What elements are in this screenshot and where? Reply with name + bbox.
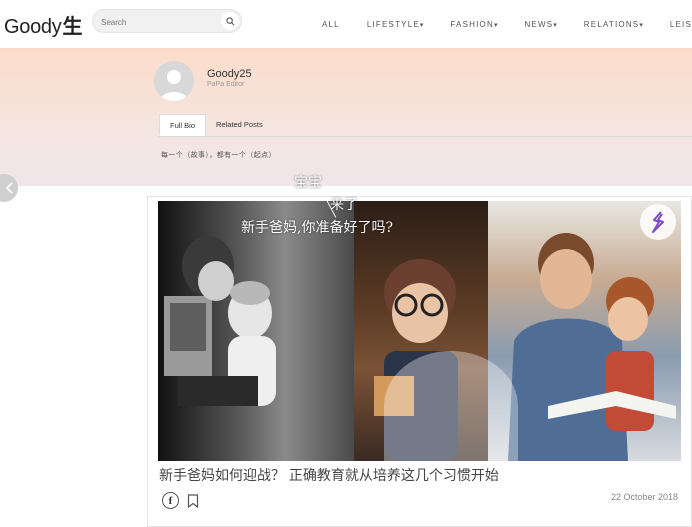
avatar bbox=[154, 61, 194, 101]
overlay-text-line3: 新手爸妈,你准备好了吗? bbox=[241, 220, 393, 236]
bookmark-icon bbox=[187, 494, 199, 509]
search-box bbox=[92, 9, 242, 33]
author-profile-section: Goody25 PaPa Editor Full Bio Related Pos… bbox=[0, 48, 692, 186]
search-icon bbox=[225, 16, 234, 25]
image-text-overlay bbox=[384, 351, 518, 461]
nav-item-leisure[interactable]: LEISURE bbox=[670, 20, 692, 29]
bookmark-button[interactable] bbox=[187, 494, 199, 509]
chevron-down-icon: ▾ bbox=[419, 21, 424, 29]
mother-child-illustration bbox=[164, 236, 276, 406]
chevron-down-icon: ▾ bbox=[639, 21, 643, 29]
top-navigation-bar: Goody生 ALL LIFESTYLE▾ FASHION▾ NEWS▾ REL… bbox=[0, 0, 692, 49]
tab-full-bio[interactable]: Full Bio bbox=[159, 114, 207, 136]
tab-related-posts[interactable]: Related Posts bbox=[206, 114, 273, 136]
search-input[interactable] bbox=[99, 13, 213, 31]
chevron-down-icon: ▾ bbox=[553, 21, 557, 29]
author-bio: 每一个（故事），都有一个（起点） bbox=[161, 152, 276, 159]
image-panel-mother-child bbox=[158, 201, 354, 461]
logo-mark: 生 bbox=[62, 16, 83, 38]
nav-item-news[interactable]: NEWS▾ bbox=[524, 20, 556, 29]
article-date: 22 October 2018 bbox=[611, 492, 679, 502]
site-logo[interactable]: Goody生 bbox=[4, 10, 82, 39]
logo-text: Goody bbox=[4, 16, 62, 38]
facebook-share-button[interactable]: f bbox=[162, 492, 179, 509]
profile-tabs: Full Bio Related Posts bbox=[158, 114, 692, 137]
author-name: Goody25 bbox=[207, 68, 252, 80]
search-button[interactable] bbox=[221, 12, 239, 30]
user-avatar-icon bbox=[154, 61, 194, 101]
article-title[interactable]: 新手爸妈如何迎战？ 正确教育就从培养这几个习惯开始 bbox=[159, 465, 499, 485]
overlay-text-line1: 宝宝 bbox=[294, 175, 322, 191]
main-nav: ALL LIFESTYLE▾ FASHION▾ NEWS▾ RELATIONS▾… bbox=[322, 0, 692, 48]
nav-item-all[interactable]: ALL bbox=[322, 20, 340, 29]
category-badge[interactable] bbox=[640, 204, 676, 240]
article-image[interactable] bbox=[158, 201, 681, 461]
lightning-icon bbox=[652, 211, 664, 233]
facebook-icon: f bbox=[168, 494, 173, 507]
author-role: PaPa Editor bbox=[207, 81, 245, 88]
chevron-left-icon bbox=[5, 182, 13, 194]
overlay-text-line2: 来了 bbox=[330, 197, 358, 213]
nav-item-relations[interactable]: RELATIONS▾ bbox=[584, 20, 643, 29]
nav-item-fashion[interactable]: FASHION▾ bbox=[450, 20, 497, 29]
nav-item-lifestyle[interactable]: LIFESTYLE▾ bbox=[367, 20, 424, 29]
chevron-down-icon: ▾ bbox=[493, 21, 498, 29]
